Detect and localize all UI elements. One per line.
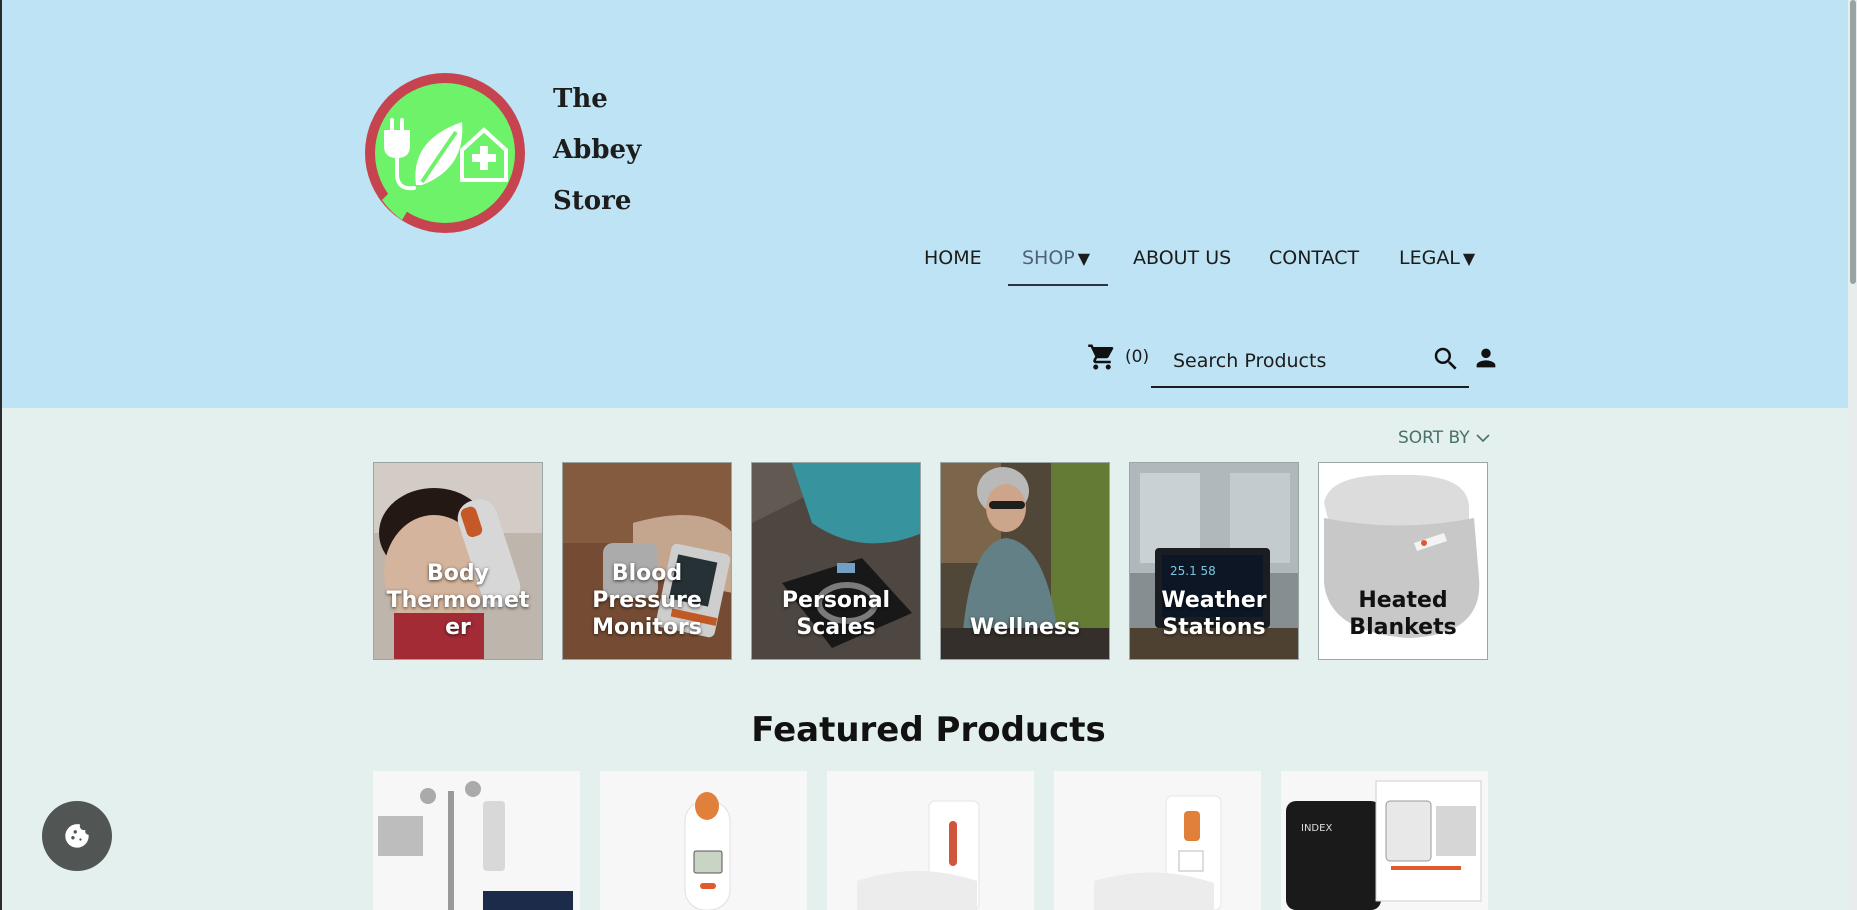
category-label-line: er: [445, 615, 471, 640]
product-card[interactable]: INDEX: [1281, 771, 1488, 910]
sort-by-dropdown[interactable]: SORT BY: [1398, 428, 1490, 448]
nav-legal-label: LEGAL: [1399, 247, 1460, 269]
category-tile-personal-scales[interactable]: Personal Scales: [751, 462, 921, 660]
sort-by-label: SORT BY: [1398, 428, 1470, 448]
caret-down-icon: ▼: [1462, 249, 1476, 268]
search-input[interactable]: [1173, 344, 1413, 378]
chevron-down-icon: [1476, 434, 1490, 443]
store-name-line-1: The: [553, 84, 608, 114]
store-name-line-3: Store: [553, 186, 632, 216]
store-name[interactable]: The Abbey Store: [553, 74, 641, 227]
caret-down-icon: ▼: [1077, 249, 1091, 268]
weather-station-product-image: [373, 771, 580, 910]
store-logo[interactable]: [362, 70, 528, 236]
nav-about-label: ABOUT US: [1133, 247, 1232, 269]
window-left-border: [0, 0, 2, 910]
category-label-line: Blankets: [1349, 615, 1457, 640]
category-tile-blood-pressure-monitors[interactable]: Blood Pressure Monitors: [562, 462, 732, 660]
category-tile-weather-stations[interactable]: 25.1 58 Weather Stations: [1129, 462, 1299, 660]
product-card[interactable]: [373, 771, 580, 910]
category-label-line: Heated: [1358, 588, 1448, 613]
category-label: Body Thermomet er: [374, 560, 542, 641]
active-nav-indicator: [1008, 284, 1108, 286]
nav-home-label: HOME: [924, 247, 982, 269]
thermometer-product-image: [1054, 771, 1261, 910]
thermometer-product-image: [827, 771, 1034, 910]
nav-about-us[interactable]: ABOUT US: [1133, 247, 1231, 269]
category-label: Weather Stations: [1130, 587, 1298, 641]
nav-contact[interactable]: CONTACT: [1269, 247, 1359, 269]
category-tile-wellness[interactable]: Wellness: [940, 462, 1110, 660]
category-label: Blood Pressure Monitors: [563, 560, 731, 641]
nav-legal[interactable]: LEGAL ▼: [1399, 247, 1475, 269]
category-label-line: Weather: [1161, 588, 1267, 613]
category-label: Wellness: [941, 614, 1109, 641]
cookie-settings-button[interactable]: [42, 801, 112, 871]
search-icon[interactable]: [1431, 344, 1461, 374]
category-label-line: Blood: [611, 561, 683, 586]
category-tile-heated-blankets[interactable]: Heated Blankets: [1318, 462, 1488, 660]
category-label: Heated Blankets: [1319, 587, 1487, 641]
blood-pressure-product-image: INDEX: [1281, 771, 1488, 910]
category-label-line: Stations: [1162, 615, 1266, 640]
cart-count: (0): [1125, 347, 1150, 367]
cookie-icon: [65, 824, 89, 848]
svg-text:INDEX: INDEX: [1301, 823, 1332, 834]
site-header: The Abbey Store HOME SHOP ▼ ABOUT US CONT…: [0, 0, 1857, 408]
category-label-line: Wellness: [969, 615, 1081, 640]
account-icon[interactable]: [1472, 344, 1500, 372]
nav-home[interactable]: HOME: [924, 247, 982, 269]
store-name-line-2: Abbey: [553, 135, 642, 165]
category-label: Personal Scales: [752, 587, 920, 641]
category-label-line: Body: [427, 561, 489, 586]
category-label-line: Pressure: [592, 588, 702, 613]
product-card[interactable]: [600, 771, 807, 910]
cart-button[interactable]: (0): [1087, 342, 1149, 372]
search-box: [1151, 340, 1469, 388]
ear-thermometer-product-image: [600, 771, 807, 910]
nav-contact-label: CONTACT: [1269, 247, 1360, 269]
category-label-line: Thermomet: [386, 588, 530, 613]
category-label-line: Personal: [781, 588, 891, 613]
page-scrollbar[interactable]: [1848, 0, 1857, 910]
nav-shop[interactable]: SHOP ▼: [1022, 247, 1090, 269]
product-card[interactable]: [827, 771, 1034, 910]
scrollbar-thumb[interactable]: [1850, 0, 1856, 284]
shopping-cart-icon: [1088, 344, 1114, 370]
category-tile-body-thermometer[interactable]: Body Thermomet er: [373, 462, 543, 660]
featured-products-heading: Featured Products: [751, 710, 1106, 750]
product-card[interactable]: [1054, 771, 1261, 910]
category-label-line: Scales: [796, 615, 876, 640]
category-label-line: Monitors: [592, 615, 702, 640]
nav-shop-label: SHOP: [1022, 247, 1075, 269]
